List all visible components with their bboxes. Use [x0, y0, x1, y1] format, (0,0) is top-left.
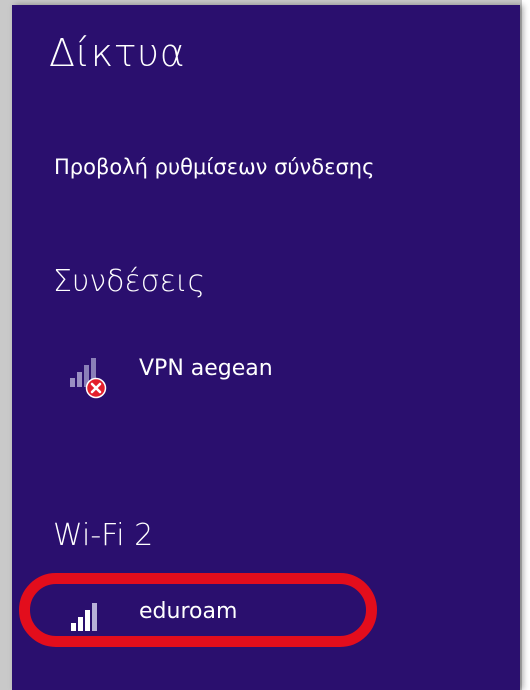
network-item-vpn-aegean[interactable]: VPN aegean: [52, 350, 472, 410]
disconnected-x-icon: [85, 377, 107, 399]
connections-header: Συνδέσεις: [53, 264, 206, 299]
page-title: Δίκτυα: [49, 31, 186, 75]
signal-bars-icon: [70, 358, 107, 399]
network-item-eduroam[interactable]: eduroam: [52, 593, 382, 653]
wifi-section-header: Wi-Fi 2: [53, 518, 154, 553]
networks-charm-panel: Δίκτυα Προβολή ρυθμίσεων σύνδεσης Συνδέσ…: [12, 5, 520, 690]
window-frame: Δίκτυα Προβολή ρυθμίσεων σύνδεσης Συνδέσ…: [0, 0, 522, 690]
signal-bars-icon: [71, 603, 97, 631]
network-name: VPN aegean: [139, 356, 273, 381]
network-name: eduroam: [139, 599, 238, 624]
view-connection-settings-link[interactable]: Προβολή ρυθμίσεων σύνδεσης: [54, 155, 374, 179]
